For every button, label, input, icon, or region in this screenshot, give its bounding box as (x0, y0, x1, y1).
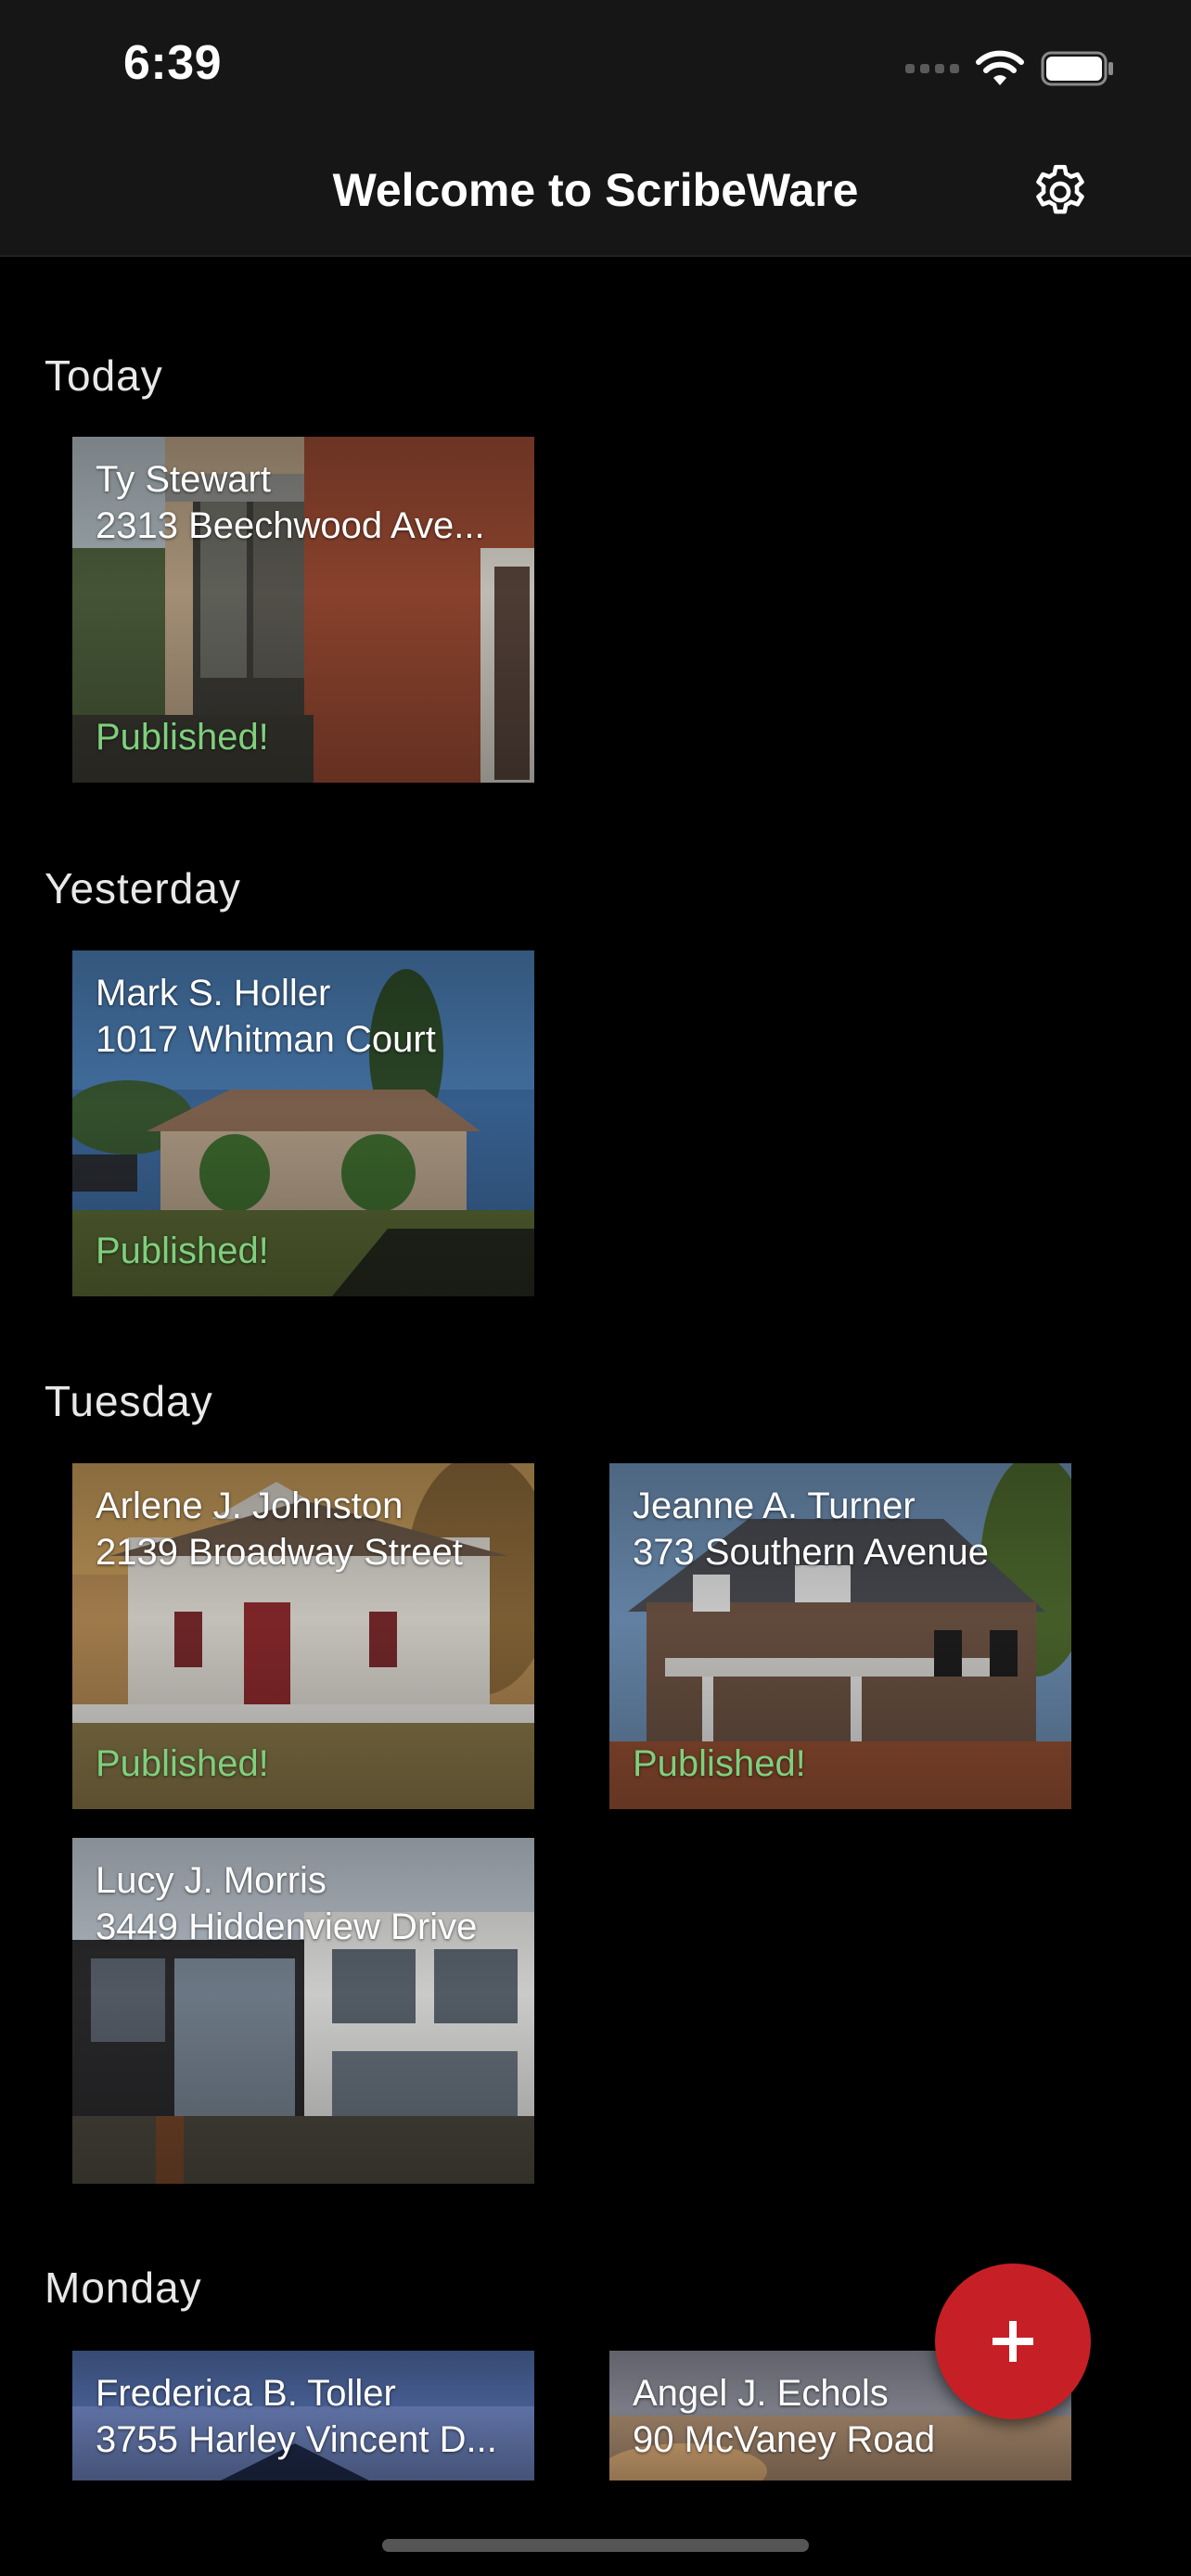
card-client-name: Arlene J. Johnston (96, 1486, 403, 1526)
card-client-name: Lucy J. Morris (96, 1860, 327, 1901)
report-card[interactable]: Lucy J. Morris 3449 Hiddenview Drive (72, 1838, 534, 2184)
status-bar: 6:39 (0, 0, 1191, 134)
gear-icon (1036, 164, 1084, 214)
card-address: 373 Southern Avenue (633, 1532, 990, 1573)
card-address: 3449 Hiddenview Drive (96, 1906, 478, 1947)
status-badge: Published! (633, 1743, 806, 1784)
cellular-signal-icon (905, 64, 959, 73)
section-header-monday: Monday (45, 2264, 202, 2312)
section-header-tuesday: Tuesday (45, 1377, 213, 1425)
report-card[interactable]: Jeanne A. Turner 373 Southern Avenue Pub… (609, 1463, 1071, 1809)
card-address: 3755 Harley Vincent D... (96, 2419, 497, 2460)
plus-icon (992, 2321, 1033, 2362)
add-report-button[interactable] (935, 2264, 1091, 2419)
card-client-name: Mark S. Holler (96, 973, 331, 1014)
home-indicator[interactable] (382, 2539, 809, 2552)
settings-button[interactable] (1026, 158, 1095, 226)
card-address: 2313 Beechwood Ave... (96, 505, 485, 546)
card-address: 90 McVaney Road (633, 2419, 936, 2460)
wifi-icon (976, 50, 1024, 85)
section-header-yesterday: Yesterday (45, 864, 241, 912)
section-header-today: Today (45, 351, 163, 400)
nav-bar: Welcome to ScribeWare (0, 134, 1191, 257)
card-client-name: Jeanne A. Turner (633, 1486, 916, 1526)
card-client-name: Ty Stewart (96, 459, 271, 500)
report-card[interactable]: Frederica B. Toller 3755 Harley Vincent … (72, 2351, 534, 2480)
card-client-name: Frederica B. Toller (96, 2373, 396, 2414)
report-card[interactable]: Ty Stewart 2313 Beechwood Ave... Publish… (72, 437, 534, 783)
card-address: 1017 Whitman Court (96, 1019, 436, 1060)
report-card[interactable]: Arlene J. Johnston 2139 Broadway Street … (72, 1463, 534, 1809)
card-address: 2139 Broadway Street (96, 1532, 463, 1573)
status-time: 6:39 (123, 36, 223, 90)
status-badge: Published! (96, 1231, 269, 1271)
battery-icon (1041, 51, 1113, 86)
status-icons (905, 41, 1115, 96)
page-title: Welcome to ScribeWare (332, 164, 859, 216)
status-badge: Published! (96, 717, 269, 758)
status-badge: Published! (96, 1743, 269, 1784)
report-card[interactable]: Mark S. Holler 1017 Whitman Court Publis… (72, 950, 534, 1296)
